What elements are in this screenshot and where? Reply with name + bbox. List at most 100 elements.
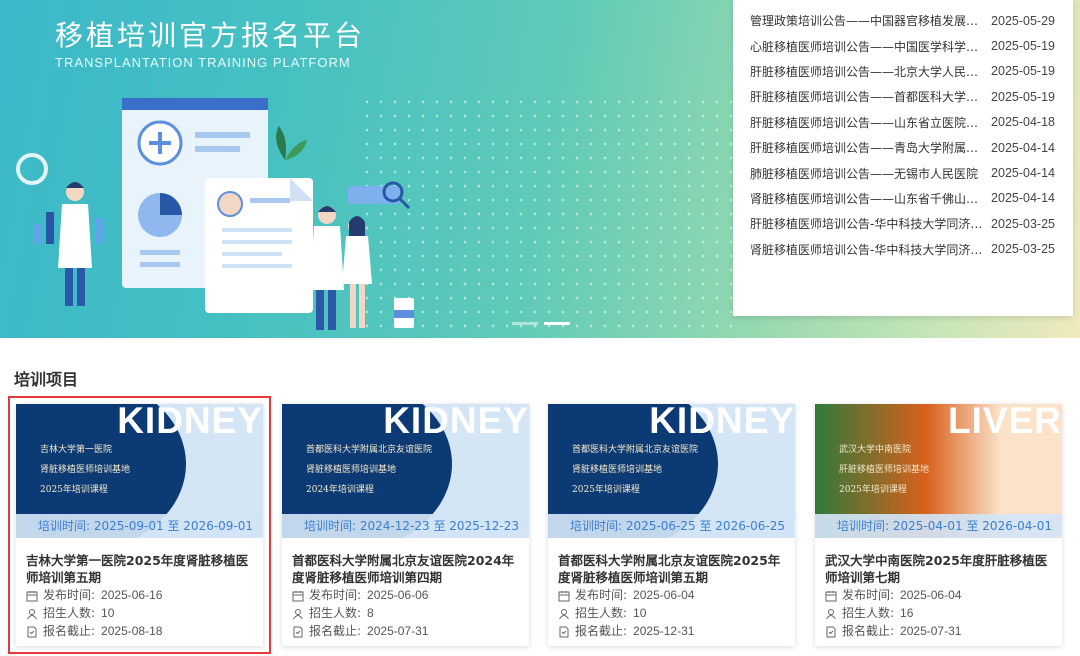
notice-item[interactable]: 肝脏移植医师培训公告——青岛大学附属医院 2025-04-14 bbox=[733, 135, 1073, 160]
notice-title[interactable]: 管理政策培训公告——中国器官移植发展基金会 bbox=[750, 12, 985, 29]
training-card[interactable]: KIDNEY 吉林大学第一医院 肾脏移植医师培训基地 2025年培训课程 培训时间: 2… bbox=[8, 396, 271, 654]
carousel-dot-active[interactable] bbox=[544, 322, 570, 325]
calendar-icon bbox=[558, 589, 570, 602]
notice-title[interactable]: 肝脏移植医师培训公告——首都医科大学附属北京友谊医院 bbox=[750, 88, 985, 105]
period-end: 2026-04-01 bbox=[982, 519, 1053, 533]
user-icon bbox=[825, 607, 837, 620]
notice-title[interactable]: 肾脏移植医师培训公告-华中科技大学同济医学院 bbox=[750, 241, 985, 258]
period-label: 培训时间: bbox=[837, 519, 890, 533]
notice-title[interactable]: 肾脏移植医师培训公告——山东省千佛山医院 bbox=[750, 190, 985, 207]
cover-line: 武汉大学中南医院 bbox=[839, 445, 912, 455]
deadline-date: 2025-07-31 bbox=[900, 624, 962, 638]
deadline-label: 报名截止: bbox=[43, 624, 96, 638]
cover-line: 肾脏移植医师培训基地 bbox=[40, 465, 131, 475]
deadline-label: 报名截止: bbox=[309, 624, 362, 638]
training-card[interactable]: KIDNEY 首都医科大学附属北京友谊医院 肾脏移植医师培训基地 2025年培训课程培… bbox=[548, 404, 795, 646]
period-start: 2025-04-01 bbox=[892, 519, 963, 533]
notice-date: 2025-04-18 bbox=[991, 115, 1055, 130]
enroll-label: 招生人数: bbox=[309, 606, 362, 620]
user-icon bbox=[26, 607, 38, 620]
training-period: 培训时间: 2025-04-01 至 2026-04-01 bbox=[815, 514, 1062, 538]
publish-label: 发布时间: bbox=[43, 588, 96, 602]
enroll-label: 招生人数: bbox=[842, 606, 895, 620]
publish-date: 2025-06-16 bbox=[101, 588, 163, 602]
notice-list: 管理政策培训公告——中国器官移植发展基金会 2025-05-29 心脏移植医师培训公… bbox=[733, 0, 1073, 316]
calendar-icon bbox=[26, 589, 38, 602]
card-title[interactable]: 首都医科大学附属北京友谊医院2025年度肾脏移植医师培训第五期 bbox=[558, 552, 785, 586]
deadline-label: 报名截止: bbox=[842, 624, 895, 638]
publish-date: 2025-06-04 bbox=[633, 588, 695, 602]
organ-label: LIVER bbox=[948, 404, 1062, 441]
carousel-dot[interactable] bbox=[512, 322, 538, 325]
notice-title[interactable]: 心脏移植医师培训公告——中国医学科学院阜外医院 bbox=[750, 38, 985, 55]
user-icon bbox=[558, 607, 570, 620]
training-period: 培训时间: 2025-09-01 至 2026-09-01 bbox=[16, 514, 263, 538]
notice-date: 2025-05-19 bbox=[991, 89, 1055, 104]
document-icon bbox=[26, 625, 38, 638]
deadline-label: 报名截止: bbox=[575, 624, 628, 638]
notice-date: 2025-04-14 bbox=[991, 191, 1055, 206]
notice-date: 2025-05-19 bbox=[991, 39, 1055, 54]
carousel-indicators bbox=[512, 322, 570, 325]
card-cover-image[interactable]: LIVER 武汉大学中南医院 肝脏移植医师培训基地 2025年培训课程 培训时间: 20… bbox=[815, 404, 1062, 538]
enroll-count: 16 bbox=[900, 606, 914, 620]
document-icon bbox=[558, 625, 570, 638]
period-separator: 至 bbox=[433, 519, 446, 533]
period-label: 培训时间: bbox=[38, 519, 91, 533]
period-end: 2025-12-23 bbox=[449, 519, 520, 533]
notice-item[interactable]: 肺脏移植医师培训公告——无锡市人民医院 2025-04-14 bbox=[733, 160, 1073, 185]
notice-item[interactable]: 心脏移植医师培训公告——中国医学科学院阜外医院 2025-05-19 bbox=[733, 33, 1073, 58]
notice-item[interactable]: 肾脏移植医师培训公告——山东省千佛山医院 2025-04-14 bbox=[733, 186, 1073, 211]
notice-date: 2025-04-14 bbox=[991, 140, 1055, 155]
period-end: 2026-09-01 bbox=[183, 519, 254, 533]
publish-label: 发布时间: bbox=[842, 588, 895, 602]
notice-date: 2025-03-25 bbox=[991, 242, 1055, 257]
cover-line: 吉林大学第一医院 bbox=[40, 445, 113, 455]
cover-line: 肾脏移植医师培训基地 bbox=[306, 465, 397, 475]
notice-date: 2025-04-14 bbox=[991, 166, 1055, 181]
cover-line: 2024年培训课程 bbox=[306, 485, 374, 495]
card-cover-image[interactable]: KIDNEY 首都医科大学附属北京友谊医院 肾脏移植医师培训基地 2025年培训课程培… bbox=[548, 404, 795, 538]
card-title[interactable]: 吉林大学第一医院2025年度肾脏移植医师培训第五期 bbox=[26, 552, 253, 586]
period-separator: 至 bbox=[699, 519, 712, 533]
card-title[interactable]: 武汉大学中南医院2025年度肝脏移植医师培训第七期 bbox=[825, 552, 1052, 586]
publish-label: 发布时间: bbox=[309, 588, 362, 602]
notice-item[interactable]: 肾脏移植医师培训公告-华中科技大学同济医学院 2025-03-25 bbox=[733, 237, 1073, 262]
period-label: 培训时间: bbox=[570, 519, 623, 533]
notice-date: 2025-05-29 bbox=[991, 13, 1055, 28]
notice-title[interactable]: 肺脏移植医师培训公告——无锡市人民医院 bbox=[750, 165, 985, 182]
user-icon bbox=[292, 607, 304, 620]
card-title[interactable]: 首都医科大学附属北京友谊医院2024年度肾脏移植医师培训第四期 bbox=[292, 552, 519, 586]
period-start: 2025-06-25 bbox=[625, 519, 696, 533]
training-card[interactable]: LIVER 武汉大学中南医院 肝脏移植医师培训基地 2025年培训课程 培训时间: 20… bbox=[815, 404, 1062, 646]
section-title: 培训项目 bbox=[14, 370, 79, 389]
notice-item[interactable]: 肝脏移植医师培训公告——山东省立医院2025年度 2025-04-18 bbox=[733, 110, 1073, 135]
period-start: 2025-09-01 bbox=[93, 519, 164, 533]
deadline-date: 2025-08-18 bbox=[101, 624, 163, 638]
medical-illustration bbox=[16, 98, 414, 330]
publish-date: 2025-06-06 bbox=[367, 588, 429, 602]
organ-label: KIDNEY bbox=[383, 404, 529, 441]
enroll-label: 招生人数: bbox=[575, 606, 628, 620]
card-cover-image[interactable]: KIDNEY 首都医科大学附属北京友谊医院 肾脏移植医师培训基地 2024年培训课程培… bbox=[282, 404, 529, 538]
cover-line: 肝脏移植医师培训基地 bbox=[839, 465, 930, 475]
deadline-date: 2025-12-31 bbox=[633, 624, 695, 638]
notice-item[interactable]: 管理政策培训公告——中国器官移植发展基金会 2025-05-29 bbox=[733, 8, 1073, 33]
notice-title[interactable]: 肝脏移植医师培训公告——北京大学人民医院 bbox=[750, 63, 985, 80]
notice-title[interactable]: 肝脏移植医师培训公告——青岛大学附属医院 bbox=[750, 139, 985, 156]
training-period: 培训时间: 2025-06-25 至 2026-06-25 bbox=[548, 514, 795, 538]
enroll-count: 10 bbox=[633, 606, 647, 620]
cover-line: 2025年培训课程 bbox=[572, 485, 640, 495]
document-icon bbox=[825, 625, 837, 638]
notice-item[interactable]: 肝脏移植医师培训公告-华中科技大学同济医学院 2025-03-25 bbox=[733, 211, 1073, 236]
notice-title[interactable]: 肝脏移植医师培训公告-华中科技大学同济医学院 bbox=[750, 215, 985, 232]
banner-subtitle: TRANSPLANTATION TRAINING PLATFORM bbox=[55, 55, 351, 70]
notice-date: 2025-05-19 bbox=[991, 64, 1055, 79]
notice-item[interactable]: 肝脏移植医师培训公告——北京大学人民医院 2025-05-19 bbox=[733, 59, 1073, 84]
training-card[interactable]: KIDNEY 首都医科大学附属北京友谊医院 肾脏移植医师培训基地 2024年培训课程培… bbox=[282, 404, 529, 646]
card-cover-image[interactable]: KIDNEY 吉林大学第一医院 肾脏移植医师培训基地 2025年培训课程 培训时间: 2… bbox=[16, 404, 263, 538]
period-start: 2024-12-23 bbox=[359, 519, 430, 533]
notice-item[interactable]: 肝脏移植医师培训公告——首都医科大学附属北京友谊医院 2025-05-19 bbox=[733, 84, 1073, 109]
period-separator: 至 bbox=[966, 519, 979, 533]
notice-title[interactable]: 肝脏移植医师培训公告——山东省立医院2025年度 bbox=[750, 114, 985, 131]
